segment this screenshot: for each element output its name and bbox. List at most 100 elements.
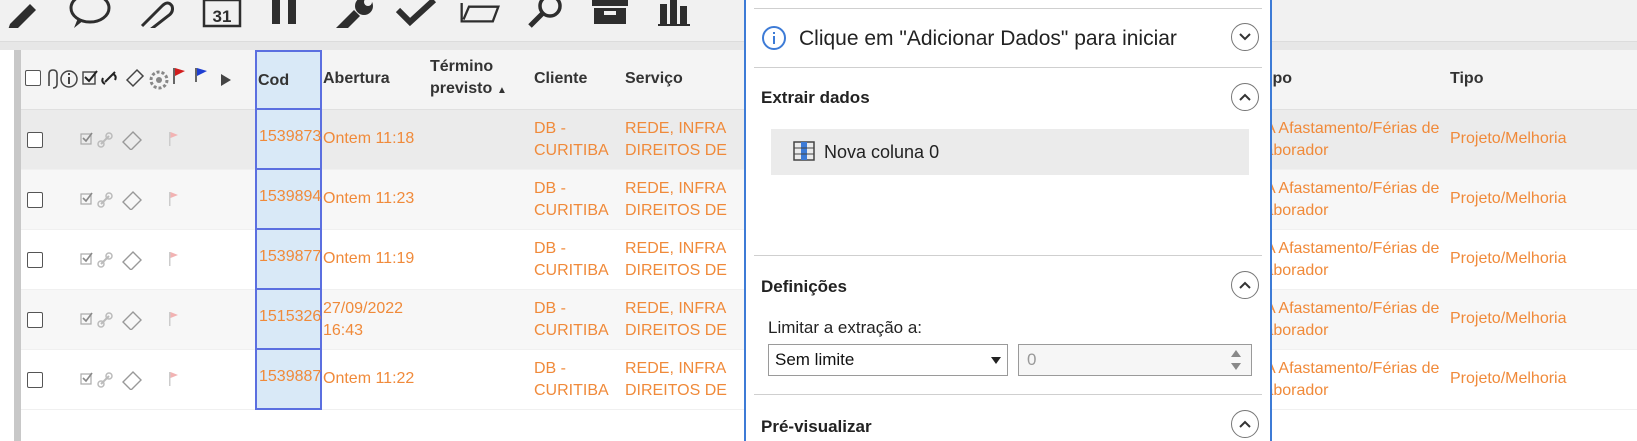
tipo-value: Projeto/Melhoria [1450, 190, 1567, 207]
termino-header-line2[interactable]: previsto [430, 78, 492, 100]
info-icon [60, 70, 78, 88]
servico-value: REDE, INFRA [625, 360, 727, 377]
ticket-icon [125, 68, 145, 88]
grupo-value: RPA Afastamento/Férias de [1244, 120, 1440, 137]
panel-divider-top [754, 8, 1262, 9]
column-item-label: Nova coluna 0 [824, 142, 940, 162]
column-grid-icon [793, 141, 815, 161]
extract-section-title: Extrair dados [761, 88, 870, 107]
flag-icon [169, 192, 178, 206]
cod-column-header[interactable]: Cod [255, 50, 322, 110]
cliente-value: DB - [534, 180, 566, 197]
cliente-value: DB - [534, 120, 566, 137]
archive-box-icon[interactable] [588, 0, 632, 30]
settings-collapse-button[interactable] [1231, 271, 1259, 299]
cliente-value-line2: CURITIBA [534, 142, 609, 159]
abertura-value: Ontem 11:23 [323, 190, 415, 207]
row-checkbox[interactable] [27, 252, 43, 268]
preview-collapse-button[interactable] [1231, 410, 1259, 438]
row-icons [80, 131, 178, 150]
servico-value-line2: DIREITOS DE [625, 382, 727, 399]
row-checkbox[interactable] [27, 132, 43, 148]
servico-header[interactable]: Serviço [625, 68, 683, 90]
extract-collapse-button[interactable] [1231, 83, 1259, 111]
check-icon [80, 372, 93, 385]
select-all-checkbox[interactable] [25, 70, 41, 86]
cliente-value: DB - [534, 300, 566, 317]
cliente-value-line2: CURITIBA [534, 382, 609, 399]
servico-value: REDE, INFRA [625, 240, 727, 257]
servico-value: REDE, INFRA [625, 300, 727, 317]
servico-value-line2: DIREITOS DE [625, 202, 727, 219]
abertura-value: Ontem 11:19 [323, 250, 415, 267]
panel-hint-text: Clique em "Adicionar Dados" para iniciar [799, 27, 1177, 50]
ticket-icon [122, 371, 142, 390]
grupo-value: RPA Afastamento/Férias de [1244, 180, 1440, 197]
abertura-value: Ontem 11:18 [323, 130, 415, 147]
panel-divider-3 [754, 394, 1262, 395]
sort-ascending-icon[interactable]: ▲ [497, 80, 507, 102]
limit-select[interactable]: Sem limite [768, 344, 1008, 376]
column-item[interactable]: Nova coluna 0 [771, 129, 1249, 175]
servico-value-line2: DIREITOS DE [625, 322, 727, 339]
row-checkbox[interactable] [27, 372, 43, 388]
cod-value: 1539873 [259, 128, 322, 145]
panel-divider-2 [754, 255, 1262, 256]
servico-value: REDE, INFRA [625, 120, 727, 137]
tipo-header[interactable]: Tipo [1450, 68, 1483, 90]
check-icon [80, 132, 93, 145]
spin-up-icon[interactable] [1231, 350, 1241, 357]
magnifier-icon[interactable] [524, 0, 568, 30]
chevron-up-icon [1239, 281, 1251, 289]
abertura-value-line2: 16:43 [323, 322, 364, 339]
wrench-icon[interactable] [330, 0, 374, 30]
pause-icon[interactable] [262, 0, 306, 30]
row-checkbox[interactable] [27, 312, 43, 328]
grupo-value: RPA Afastamento/Férias de [1244, 240, 1440, 257]
speech-bubble-icon[interactable] [68, 0, 112, 30]
checkmark-icon[interactable] [396, 0, 440, 30]
spin-down-icon[interactable] [1231, 363, 1241, 370]
cod-cell[interactable]: 1539894 [255, 170, 322, 230]
flag-icon [169, 372, 178, 386]
pencil-icon[interactable] [0, 0, 44, 30]
cod-value: 1539894 [259, 188, 322, 205]
cod-cell[interactable]: 1539877 [255, 230, 322, 290]
link-icon [97, 312, 113, 328]
cod-cell[interactable]: 1515326 [255, 290, 322, 350]
cod-cell[interactable]: 1539887 [255, 350, 322, 410]
header-icons-strip [48, 68, 231, 90]
info-circle-icon [762, 26, 786, 50]
cliente-value-line2: CURITIBA [534, 202, 609, 219]
check-icon [80, 252, 93, 265]
settings-section-title: Definições [761, 277, 847, 296]
calendar-icon[interactable]: 31 [200, 0, 244, 30]
termino-header-line1[interactable]: Término [430, 56, 493, 78]
chevron-up-icon [1239, 93, 1251, 101]
abertura-header[interactable]: Abertura [323, 68, 390, 90]
ticket-icon [122, 251, 142, 270]
limit-select-value: Sem limite [775, 350, 855, 369]
folder-open-icon[interactable] [458, 0, 502, 30]
cliente-value: DB - [534, 240, 566, 257]
row-checkbox[interactable] [27, 192, 43, 208]
cliente-header[interactable]: Cliente [534, 68, 587, 90]
tipo-value: Projeto/Melhoria [1450, 310, 1567, 327]
collapse-hint-button[interactable] [1231, 23, 1259, 51]
cod-cell[interactable]: 1539873 [255, 110, 322, 170]
row-icons [80, 311, 178, 330]
chevron-down-icon [1239, 33, 1251, 41]
link-icon [97, 132, 113, 148]
link-icon [101, 71, 117, 85]
cliente-value-line2: CURITIBA [534, 262, 609, 279]
abertura-value: 27/09/2022 [323, 300, 404, 317]
cliente-value: DB - [534, 360, 566, 377]
left-scrollbar[interactable] [14, 50, 21, 441]
tipo-value: Projeto/Melhoria [1450, 370, 1567, 387]
bar-chart-icon[interactable] [654, 0, 698, 30]
limit-number-input[interactable]: 0 [1018, 344, 1252, 376]
row-icons [80, 251, 178, 270]
servico-value-line2: DIREITOS DE [625, 262, 727, 279]
calendar-day-text: 31 [213, 7, 232, 26]
paperclip-icon[interactable] [132, 0, 176, 30]
